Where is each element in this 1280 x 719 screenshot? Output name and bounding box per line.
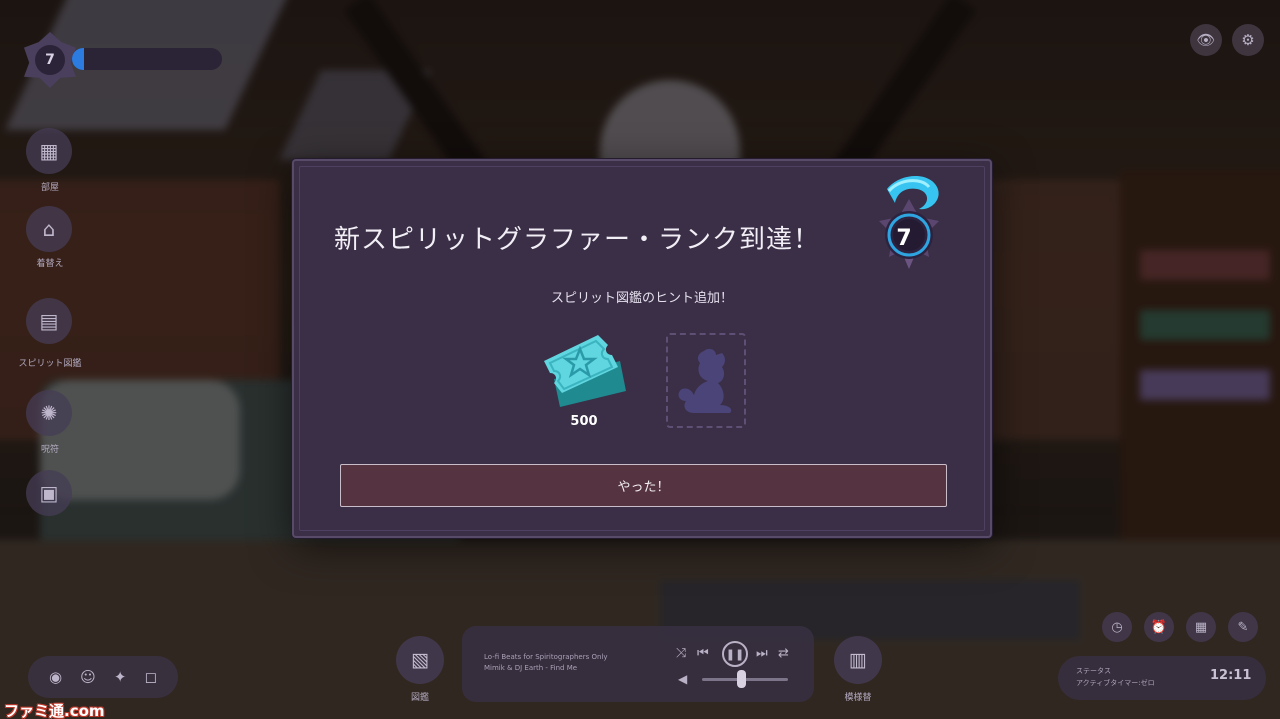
spirit-icon: ✺ — [40, 401, 58, 425]
music-track-title: Lo-fi Beats for Spiritographers Only — [484, 653, 608, 661]
xp-progress-bar — [72, 48, 222, 70]
sidebar-item-spirit-journal[interactable]: ▤ — [26, 298, 72, 344]
volume-icon: ◀ — [678, 672, 688, 686]
pause-button[interactable]: ❚❚ — [722, 641, 748, 667]
notebook-icon: ▧ — [411, 649, 429, 671]
sidebar-label-charms: 呪符 — [40, 445, 59, 455]
sidebar-label-spirit-journal: スピリット図鑑 — [18, 359, 82, 369]
settings-button[interactable]: ⚙ — [1232, 24, 1264, 56]
rank-badge-level: 7 — [35, 45, 65, 75]
confirm-button[interactable]: やった！ — [340, 464, 947, 507]
eye-icon: 👁 — [1196, 31, 1216, 49]
alarm-button[interactable]: ⏰ — [1144, 612, 1174, 642]
alarm-icon: ⏰ — [1150, 619, 1168, 635]
rank-emblem-level: 7 — [896, 226, 912, 251]
calendar-icon: ▦ — [1194, 619, 1208, 635]
next-icon[interactable]: ⏭ — [756, 646, 768, 661]
clock: 12:11 — [1210, 668, 1252, 683]
journal-button-label: 図鑑 — [410, 693, 429, 703]
repeat-icon[interactable]: ⇄ — [778, 646, 789, 661]
notes-icon: ✎ — [1237, 619, 1249, 635]
sidebar-label-wardrobe: 着替え — [36, 259, 64, 269]
spirit-silhouette-icon — [678, 348, 732, 413]
steam-icon[interactable]: ◉ — [49, 668, 62, 686]
shop-icon: ▥ — [849, 649, 867, 671]
sidebar-label-room: 部屋 — [40, 183, 59, 193]
photo-icon: ▣ — [39, 481, 59, 505]
watermark-logo: ファミ通.com — [4, 702, 105, 719]
journal-icon: ▤ — [39, 309, 59, 333]
dialog-title: 新スピリットグラファー・ランク到達！ — [334, 225, 821, 255]
status-line-2: アクティブタイマー:ゼロ — [1076, 679, 1155, 687]
reward-amount: 500 — [570, 414, 598, 429]
gear-icon: ⚙ — [1241, 31, 1255, 49]
hanger-icon: ⌂ — [42, 217, 56, 241]
calendar-button[interactable]: ▦ — [1186, 612, 1216, 642]
volume-slider-handle[interactable] — [736, 670, 746, 688]
sidebar-item-wardrobe[interactable]: ⌂ — [26, 206, 72, 252]
instagram-icon[interactable]: ◻ — [144, 668, 156, 686]
status-text: ステータス アクティブタイマー:ゼロ — [1076, 665, 1155, 689]
previous-icon[interactable]: ⏮ — [697, 646, 709, 661]
status-line-1: ステータス — [1076, 667, 1111, 675]
pause-icon: ❚❚ — [725, 647, 745, 661]
discord-icon[interactable]: ☺ — [80, 668, 96, 686]
sidebar-item-photos[interactable]: ▣ — [26, 470, 72, 516]
notes-button[interactable]: ✎ — [1228, 612, 1258, 642]
rank-up-dialog: 新スピリットグラファー・ランク到達！ 7 スピリット図鑑のヒント追加！ 500 … — [292, 159, 992, 538]
visibility-button[interactable]: 👁 — [1190, 24, 1222, 56]
spirit-hint-slot — [666, 333, 746, 428]
timer-icon: ◷ — [1111, 619, 1123, 635]
dialog-subtitle: スピリット図鑑のヒント追加！ — [550, 291, 733, 306]
timer-button[interactable]: ◷ — [1102, 612, 1132, 642]
decor-shop-button[interactable]: ▥ — [834, 636, 882, 684]
music-track-artist: Mimik & DJ Earth - Find Me — [484, 664, 578, 672]
journal-button[interactable]: ▧ — [396, 636, 444, 684]
twitter-icon[interactable]: ✦ — [114, 668, 127, 686]
decor-shop-button-label: 模様替 — [844, 693, 872, 703]
social-links: ◉ ☺ ✦ ◻ — [28, 656, 178, 698]
music-track-info: Lo-fi Beats for Spiritographers Only Mim… — [484, 652, 644, 674]
sidebar-item-room[interactable]: ▦ — [26, 128, 72, 174]
sidebar-item-charms[interactable]: ✺ — [26, 390, 72, 436]
shuffle-icon[interactable]: ⤨ — [676, 646, 686, 661]
bed-icon: ▦ — [39, 139, 59, 163]
ticket-icon — [544, 335, 626, 407]
